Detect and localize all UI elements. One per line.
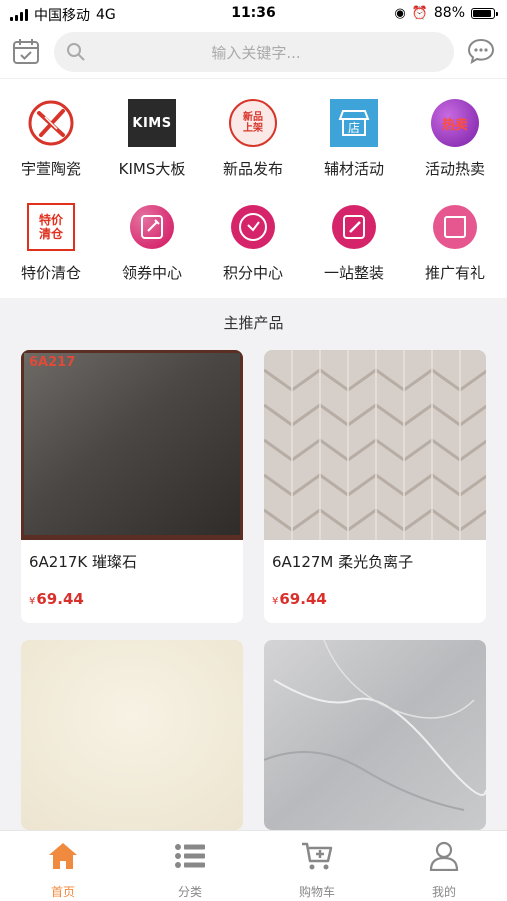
user-icon [429, 841, 459, 871]
product-card[interactable] [21, 640, 243, 830]
product-name: 6A217K 璀璨石 [29, 553, 138, 571]
price-value: 69.44 [36, 590, 84, 608]
category-grid: 宇萱陶瓷 KIMS KIMS大板 新品上架 新品发布 店 辅材活动 热卖 活动热… [0, 79, 507, 298]
coupon-icon [130, 205, 174, 249]
lock-rotation-icon: ◉ [394, 5, 406, 21]
alarm-icon: ⏰ [411, 5, 428, 21]
category-label: 辅材活动 [323, 160, 384, 178]
currency-symbol: ¥ [29, 596, 36, 607]
tab-label: 首页 [50, 885, 75, 899]
currency-symbol: ¥ [272, 596, 279, 607]
category-coupon-center[interactable]: 领券中心 [102, 183, 202, 283]
new-product-stamp-icon: 新品上架 [229, 99, 277, 147]
category-yuxuan-ceramics[interactable]: 宇萱陶瓷 [1, 79, 101, 179]
tab-profile[interactable]: 我的 [381, 831, 507, 901]
message-icon[interactable] [467, 38, 495, 64]
tab-category[interactable]: 分类 [127, 831, 253, 901]
category-clearance[interactable]: 特价清仓 特价清仓 [1, 183, 101, 283]
battery-label: 88% [433, 5, 465, 21]
tab-label: 我的 [431, 885, 456, 899]
product-image[interactable]: 6A217 [21, 350, 243, 540]
category-label: 领券中心 [121, 264, 182, 282]
product-card[interactable]: 6A127M 柔光负离子 ¥69.44 [264, 350, 486, 623]
product-price: ¥69.44 [29, 590, 84, 608]
product-image[interactable] [21, 640, 243, 830]
tab-label: 分类 [177, 885, 202, 899]
category-one-stop[interactable]: 一站整装 [304, 183, 404, 283]
search-bar[interactable] [54, 32, 454, 74]
battery-icon [471, 7, 498, 19]
category-label: 新品发布 [222, 160, 283, 178]
clearance-icon: 特价清仓 [27, 203, 75, 251]
category-promotion[interactable]: 推广有礼 [405, 183, 505, 283]
cart-icon [302, 842, 333, 870]
category-new-products[interactable]: 新品上架 新品发布 [203, 79, 303, 179]
stamp-text: 新品上架 [243, 112, 263, 134]
category-label: 活动热卖 [424, 160, 485, 178]
category-label: 特价清仓 [20, 264, 81, 282]
promotion-gift-icon [433, 205, 477, 249]
status-bar: 中国移动 4G 11:36 ◉ ⏰ 88% [0, 0, 507, 28]
kims-logo-icon: KIMS [128, 99, 176, 147]
category-hot-sale[interactable]: 热卖 活动热卖 [405, 79, 505, 179]
hot-sale-text: 热卖 [441, 117, 468, 133]
search-input[interactable] [94, 32, 418, 74]
search-icon [67, 43, 85, 61]
hot-sale-icon: 热卖 [431, 99, 479, 147]
price-value: 69.44 [279, 590, 327, 608]
category-label: 宇萱陶瓷 [20, 160, 81, 178]
product-name: 6A127M 柔光负离子 [272, 553, 414, 571]
home-icon [49, 843, 77, 869]
product-image[interactable] [264, 350, 486, 540]
product-image-label: 6A217 [29, 355, 75, 370]
list-icon [175, 844, 205, 868]
category-label: 积分中心 [222, 264, 283, 282]
kims-logo-text: KIMS [132, 115, 172, 131]
renovation-icon [332, 205, 376, 249]
yuxuan-logo-icon [28, 100, 74, 146]
product-price: ¥69.44 [272, 590, 327, 608]
category-points-center[interactable]: 积分中心 [203, 183, 303, 283]
calendar-icon[interactable] [12, 37, 40, 65]
product-card[interactable]: 6A217 6A217K 璀璨石 ¥69.44 [21, 350, 243, 623]
shop-icon: 店 [330, 99, 378, 147]
clearance-text: 特价清仓 [38, 213, 63, 241]
section-title: 主推产品 [223, 314, 284, 332]
product-card[interactable] [264, 640, 486, 830]
tab-home[interactable]: 首页 [0, 831, 126, 901]
tab-cart[interactable]: 购物车 [254, 831, 380, 901]
svg-text:店: 店 [348, 121, 360, 135]
bottom-tab-bar: 首页 分类 购物车 我的 [0, 830, 507, 901]
product-image[interactable] [264, 640, 486, 830]
category-label: 推广有礼 [424, 264, 485, 282]
category-materials[interactable]: 店 辅材活动 [304, 79, 404, 179]
category-label: KIMS大板 [118, 160, 186, 178]
category-kims-slab[interactable]: KIMS KIMS大板 [102, 79, 202, 179]
category-label: 一站整装 [323, 264, 384, 282]
points-clock-icon [231, 205, 275, 249]
top-bar [0, 28, 507, 79]
status-right: ◉ ⏰ 88% [394, 5, 498, 21]
tab-label: 购物车 [298, 885, 335, 899]
